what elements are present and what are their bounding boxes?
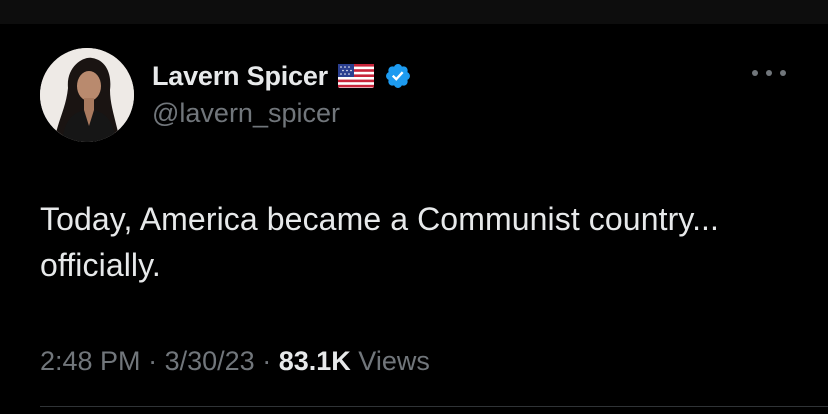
more-dot-icon [780,70,786,76]
user-handle[interactable]: @lavern_spicer [152,98,340,129]
tweet-date[interactable]: 3/30/23 [165,346,255,376]
divider [40,406,828,407]
avatar[interactable] [40,48,134,142]
tweet-text: Today, America became a Communist countr… [40,201,720,283]
us-flag-icon [338,64,374,88]
more-dot-icon [766,70,772,76]
verified-badge-icon [384,62,412,90]
avatar-photo [40,48,134,142]
display-name[interactable]: Lavern Spicer [152,61,328,92]
tweet-meta: 2:48 PM · 3/30/23 · 83.1K Views [40,346,430,377]
tweet-time[interactable]: 2:48 PM [40,346,141,376]
meta-separator: · [148,346,158,376]
tweet-card: Lavern Spicer @lavern_spicer Today, Amer… [0,0,828,414]
more-dot-icon [752,70,758,76]
author-line: Lavern Spicer [152,56,412,96]
views-count[interactable]: 83.1K [279,346,351,376]
views-label[interactable]: Views [358,346,430,376]
meta-separator: · [262,346,272,376]
more-options-icon[interactable] [752,66,786,80]
